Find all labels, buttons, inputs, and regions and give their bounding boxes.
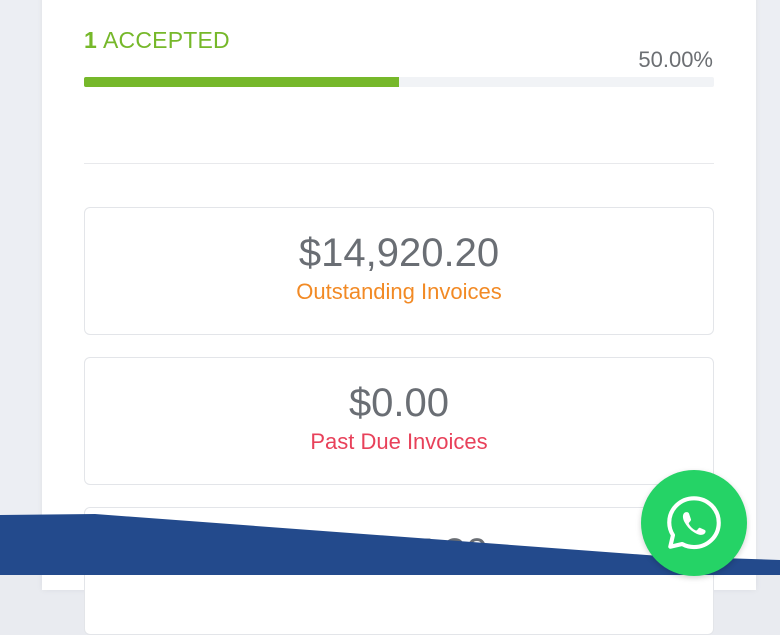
outstanding-invoices-label: Outstanding Invoices <box>296 279 502 304</box>
section-divider <box>84 163 714 164</box>
accepted-status: 1 ACCEPTED <box>84 27 230 54</box>
past-due-invoices-label: Past Due Invoices <box>310 429 488 454</box>
whatsapp-chat-button[interactable] <box>641 470 747 576</box>
outstanding-invoices-card[interactable]: $14,920.20 Outstanding Invoices <box>84 207 714 335</box>
whatsapp-icon <box>667 496 721 550</box>
accepted-count: 1 <box>84 27 97 53</box>
accepted-progress-bar <box>84 77 714 87</box>
outstanding-invoices-amount: $14,920.20 <box>298 231 500 275</box>
third-stat-card[interactable]: $6,667.30 <box>84 507 714 635</box>
accepted-label: ACCEPTED <box>103 27 230 53</box>
past-due-invoices-amount: $0.00 <box>348 381 450 425</box>
third-stat-amount: $6,667.30 <box>310 531 488 575</box>
accepted-percent: 50.00% <box>638 47 713 72</box>
past-due-invoices-card[interactable]: $0.00 Past Due Invoices <box>84 357 714 485</box>
accepted-progress-fill <box>84 77 399 87</box>
